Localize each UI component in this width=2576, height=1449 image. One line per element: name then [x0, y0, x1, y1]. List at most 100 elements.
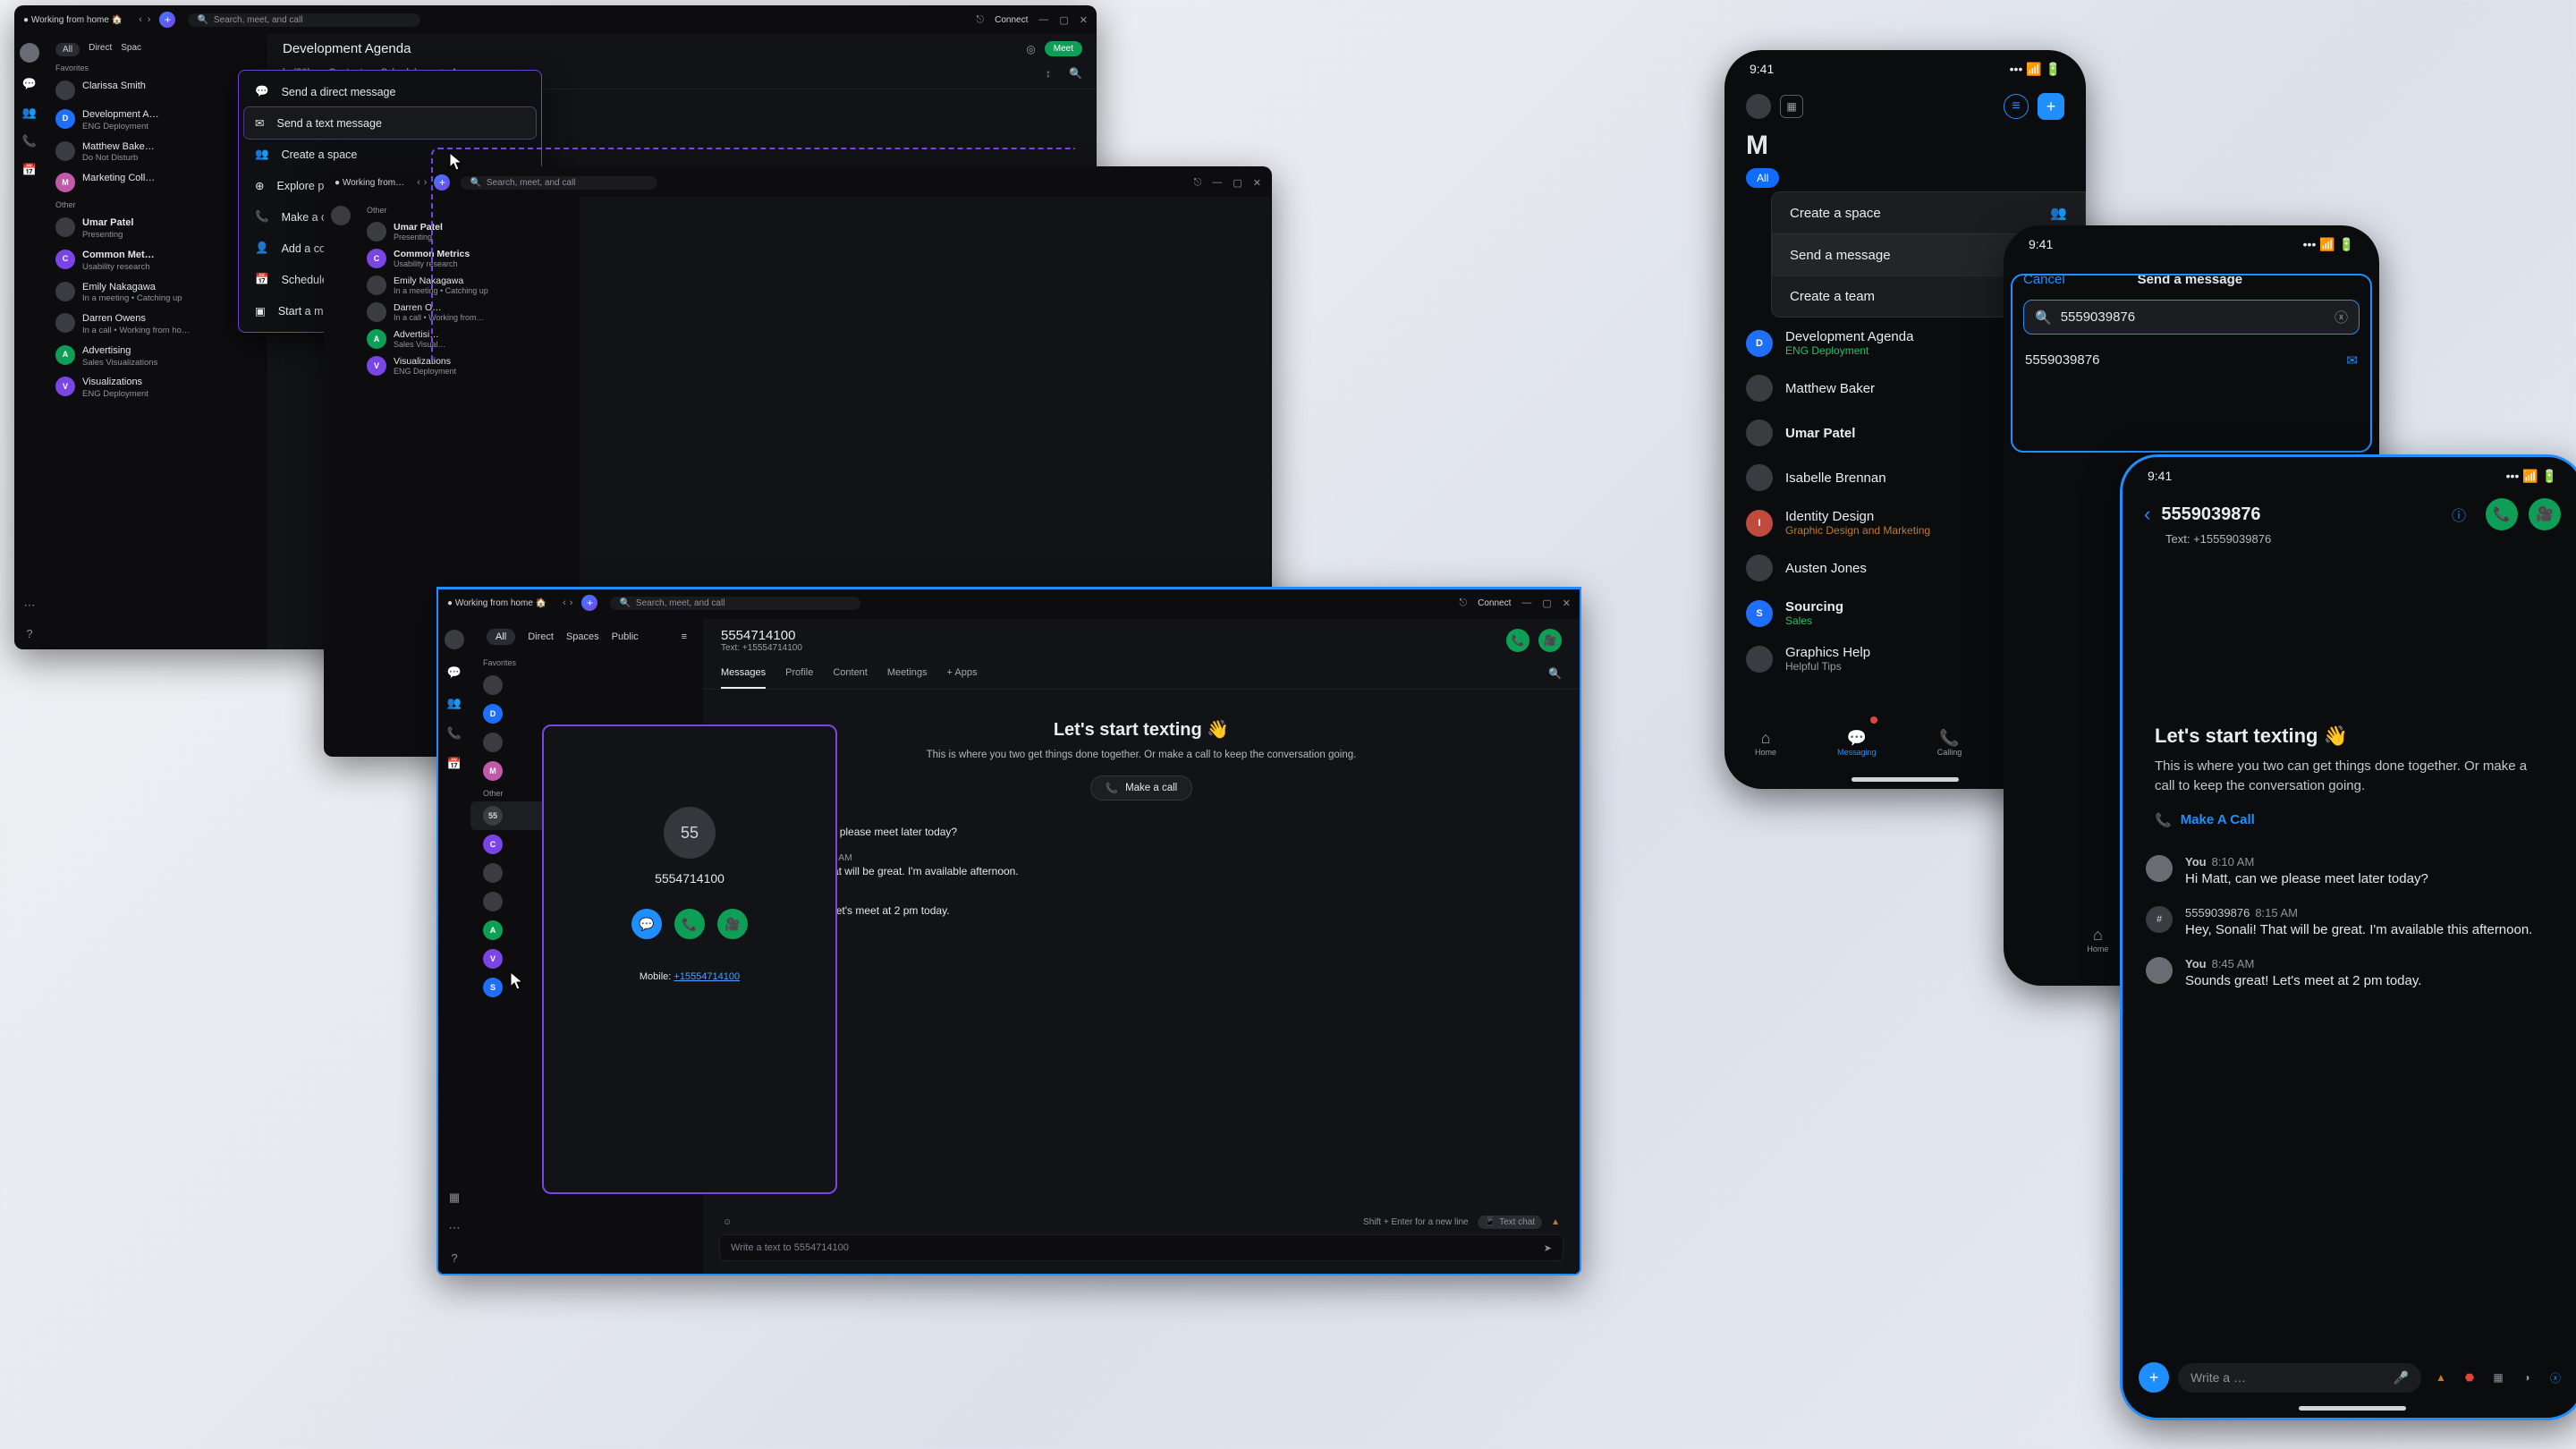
back-button[interactable]: ‹ [2144, 503, 2150, 526]
list-item[interactable]: Umar PatelPresenting [356, 218, 580, 245]
filter-direct[interactable]: Direct [528, 631, 554, 642]
tab-home[interactable]: ⌂Home [1755, 729, 1776, 757]
rail-call-icon[interactable]: 📞 [22, 134, 37, 148]
rail-help-icon[interactable]: ? [451, 1251, 457, 1265]
search-input[interactable]: 🔍Search, meet, and call [461, 176, 657, 190]
list-item[interactable]: AAdvertisingSales Visualizations [45, 341, 267, 373]
self-avatar[interactable] [1746, 94, 1771, 119]
connect-icon[interactable]: ⎋ [1194, 177, 1202, 189]
sort-icon[interactable]: ↕ [1046, 67, 1051, 89]
menu-send-text[interactable]: ✉Send a text message [244, 107, 536, 139]
connect-icon[interactable]: ⎋ [976, 14, 984, 26]
compose-plus-button[interactable]: + [434, 174, 450, 191]
list-item[interactable]: Emily NakagawaIn a meeting • Catching up [356, 272, 580, 299]
self-avatar[interactable] [20, 43, 39, 63]
list-item[interactable]: Darren O…In a call • Working from… [356, 299, 580, 326]
search-input[interactable]: 🔍Search, meet, and call [610, 597, 860, 610]
tab-messaging[interactable]: 💬Messaging [1837, 729, 1877, 757]
tab-apps[interactable]: + Apps [947, 667, 978, 689]
window-max-icon[interactable]: ▢ [1233, 177, 1241, 189]
info-icon[interactable]: ⓘ [2443, 498, 2475, 530]
message-button[interactable]: 💬 [631, 909, 662, 939]
list-item[interactable]: MMarketing Coll… [45, 168, 267, 197]
nav-back-icon[interactable]: ‹ [139, 14, 142, 25]
pin-icon[interactable]: ◎ [1026, 43, 1035, 55]
rail-teams-icon[interactable]: 👥 [447, 696, 462, 710]
window-close-icon[interactable]: ✕ [1080, 14, 1088, 26]
rail-chat-icon[interactable]: 💬 [447, 665, 462, 680]
compose-input[interactable]: Write a … 🎤 [2178, 1363, 2421, 1393]
mic-icon[interactable]: 🎤 [2394, 1370, 2409, 1385]
tab-profile[interactable]: Profile [785, 667, 813, 689]
self-avatar[interactable] [331, 206, 351, 225]
list-item[interactable]: DDevelopment A…ENG Deployment [45, 105, 267, 137]
compose-input[interactable]: Write a text to 5554714100 ➤ [719, 1234, 1563, 1261]
nav-fwd-icon[interactable]: › [424, 177, 428, 188]
filter-icon[interactable]: ≡ [682, 631, 687, 642]
alert-icon[interactable]: ⬣ [2459, 1367, 2480, 1388]
list-item[interactable] [470, 671, 703, 699]
list-item[interactable]: Matthew Bake…Do Not Disturb [45, 137, 267, 169]
list-item[interactable]: CCommon MetricsUsability research [356, 245, 580, 272]
warning-icon[interactable]: ▲ [2430, 1367, 2452, 1388]
rail-calendar-icon[interactable]: 📅 [22, 163, 37, 177]
grid-icon[interactable]: ▦ [1780, 95, 1803, 118]
list-item[interactable]: CCommon Met…Usability research [45, 245, 267, 277]
audio-call-button[interactable]: 📞 [674, 909, 705, 939]
nav-back-icon[interactable]: ‹ [417, 177, 420, 188]
search-in-space-icon[interactable]: 🔍 [1069, 67, 1082, 89]
nav-back-icon[interactable]: ‹ [563, 597, 566, 608]
emoji-icon[interactable]: ☺ [723, 1217, 732, 1227]
list-item[interactable]: VVisualizationsENG Deployment [356, 352, 580, 379]
nav-fwd-icon[interactable]: › [570, 597, 573, 608]
filter-spaces[interactable]: Spaces [566, 631, 599, 642]
compose-plus-button[interactable]: + [159, 12, 175, 28]
make-call-link[interactable]: 📞Make A Call [2155, 812, 2550, 828]
connect-icon[interactable]: ⎋ [1459, 597, 1467, 609]
filter-icon[interactable]: ≡ [2004, 94, 2029, 119]
filter-public[interactable]: Public [612, 631, 639, 642]
search-input[interactable]: 🔍 Search, meet, and call [188, 13, 420, 27]
rail-help-icon[interactable]: ? [26, 627, 32, 640]
connect-label[interactable]: Connect [995, 15, 1028, 25]
window-min-icon[interactable]: — [1038, 14, 1048, 25]
rail-chat-icon[interactable]: 💬 [22, 77, 37, 91]
compose-plus-button[interactable]: + [581, 595, 597, 611]
list-item[interactable]: Clarissa Smith [45, 76, 267, 105]
text-chat-chip[interactable]: 📱 Text chat [1478, 1216, 1542, 1229]
rail-more-icon[interactable]: ⋯ [449, 1221, 461, 1235]
hide-icon[interactable]: ◑ [2516, 1367, 2538, 1388]
window-min-icon[interactable]: — [1212, 177, 1222, 188]
rail-apps-icon[interactable]: ▦ [449, 1191, 460, 1205]
filter-spaces[interactable]: Spac [121, 43, 141, 56]
window-close-icon[interactable]: ✕ [1253, 177, 1261, 189]
make-call-button[interactable]: 📞Make a call [1090, 775, 1193, 801]
nav-fwd-icon[interactable]: › [148, 14, 151, 25]
filter-all[interactable]: All [55, 43, 80, 56]
menu-create-space[interactable]: 👥Create a space [239, 139, 541, 170]
meet-button[interactable]: Meet [1045, 41, 1082, 56]
self-avatar[interactable] [445, 630, 464, 649]
window-max-icon[interactable]: ▢ [1059, 14, 1068, 26]
rail-call-icon[interactable]: 📞 [447, 726, 462, 741]
list-item[interactable]: VVisualizationsENG Deployment [45, 372, 267, 404]
connect-label[interactable]: Connect [1478, 598, 1511, 608]
mobile-number-link[interactable]: +15554714100 [674, 971, 740, 982]
window-max-icon[interactable]: ▢ [1542, 597, 1551, 609]
menu-send-direct[interactable]: 💬Send a direct message [239, 76, 541, 107]
close-compose-icon[interactable]: ⓧ [2545, 1367, 2566, 1388]
tab-meetings[interactable]: Meetings [887, 667, 928, 689]
video-call-button[interactable]: 🎥 [2529, 498, 2561, 530]
chip-all[interactable]: All [1746, 168, 1779, 188]
audio-call-button[interactable]: 📞 [2486, 498, 2518, 530]
search-in-chat-icon[interactable]: 🔍 [1548, 667, 1562, 689]
list-item[interactable]: Darren OwensIn a call • Working from ho… [45, 309, 267, 341]
list-item[interactable]: Umar PatelPresenting [45, 213, 267, 245]
filter-direct[interactable]: Direct [89, 43, 112, 56]
audio-call-button[interactable]: 📞 [1506, 629, 1530, 652]
list-item[interactable]: Emily NakagawaIn a meeting • Catching up [45, 277, 267, 309]
tab-messages[interactable]: Messages [721, 667, 766, 689]
tab-home[interactable]: ⌂Home [2087, 926, 2108, 953]
gif-icon[interactable]: ▦ [2487, 1367, 2509, 1388]
send-icon[interactable]: ➤ [1544, 1242, 1552, 1254]
